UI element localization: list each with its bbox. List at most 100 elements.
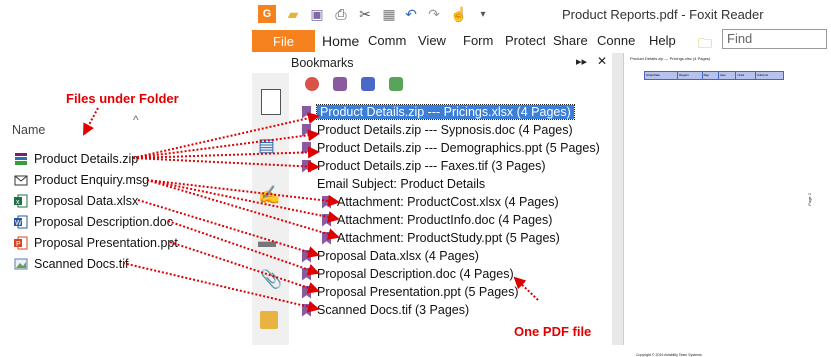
bookmark-list: Product Details.zip --- Pricings.xlsx (4… [289,73,611,345]
bookmark-item[interactable]: Product Details.zip --- Faxes.tif (3 Pag… [302,157,546,175]
comments-icon[interactable]: ▬ [258,231,276,252]
bookmark-item[interactable]: Proposal Presentation.ppt (5 Pages) [302,283,519,301]
table-header-cell: Item [718,71,737,80]
zip-icon [14,152,28,166]
bookmark-flag-icon [302,303,311,317]
sort-chevron-icon: ^ [133,113,139,127]
hand-tool-icon[interactable]: ☝ [450,5,468,23]
bookmark-item[interactable]: Proposal Description.doc (4 Pages) [302,265,514,283]
navigation-panel-strip: ▤ ✍ ▬ 📎 [252,73,289,345]
document-view[interactable]: Product Details.zip --- Pricings.xlsx (4… [612,53,831,357]
svg-text:P: P [16,241,21,248]
expand-panel-icon[interactable]: ▸▸ [576,55,587,68]
menu-comment[interactable]: Comm [368,33,406,48]
table-header-cell: Region [677,71,703,80]
bookmark-flag-icon [302,141,311,155]
foxit-window: G ▰ ▣ ⎙ ✂ ▦ ↶ ↷ ☝ ▾ Product Reports.pdf … [252,0,831,357]
pdf-page: Product Details.zip --- Pricings.xlsx (4… [623,53,831,357]
file-tab[interactable]: File [252,30,315,52]
print-icon[interactable]: ⎙ [332,5,350,23]
find-input[interactable]: Find [722,29,827,49]
move-bookmark-icon[interactable] [361,77,375,91]
bookmark-flag-icon [322,231,331,245]
mail-icon [14,173,28,187]
close-panel-icon[interactable]: ✕ [597,54,607,68]
file-name: Product Details.zip [34,152,139,166]
table-header-cell: Units [735,71,756,80]
bookmark-item[interactable]: Product Details.zip --- Demographics.ppt… [302,139,600,157]
pdf-page-header: Product Details.zip --- Pricings.xlsx (4… [630,56,711,61]
file-name: Proposal Data.xlsx [34,194,139,208]
bookmark-flag-icon [302,249,311,263]
file-item-proposal-presentation[interactable]: P Proposal Presentation.ppt [14,234,178,252]
bookmarks-title: Bookmarks [291,56,354,70]
bookmark-item[interactable]: Attachment: ProductCost.xlsx (4 Pages) [322,193,559,211]
add-bookmark-icon[interactable] [333,77,347,91]
bookmark-flag-icon [322,213,331,227]
image-icon [14,257,28,271]
bookmark-flag-icon [302,285,311,299]
signature-icon[interactable]: ✍ [258,185,280,206]
bookmark-flag-icon [302,123,311,137]
attachment-icon[interactable]: 📎 [260,269,282,290]
file-item-proposal-description[interactable]: W Proposal Description.doc [14,213,173,231]
file-name: Proposal Presentation.ppt [34,236,178,250]
lock-icon[interactable] [260,311,278,329]
save-icon[interactable]: ▣ [308,5,326,23]
layers-icon[interactable]: ▤ [258,135,275,156]
redo-icon[interactable]: ↷ [425,5,443,23]
open-folder-icon[interactable]: ▰ [284,5,302,23]
arrow-line [83,107,99,136]
image-icon[interactable]: ▦ [380,5,398,23]
bookmark-flag-icon [302,267,311,281]
pdf-data-table: OrderDate Region Rep Item Units UnitCost [643,71,785,80]
file-item-proposal-data[interactable]: x Proposal Data.xlsx [14,192,138,210]
powerpoint-icon: P [14,236,28,250]
menu-home[interactable]: Home [322,33,359,49]
word-icon: W [14,215,28,229]
file-name: Proposal Description.doc [34,215,173,229]
expand-bookmark-icon[interactable] [389,77,403,91]
bookmark-item[interactable]: Proposal Data.xlsx (4 Pages) [302,247,479,265]
bookmark-flag-icon [302,159,311,173]
one-pdf-file-annotation: One PDF file [514,324,592,339]
files-under-folder-annotation: Files under Folder [66,91,179,106]
page-thumbnails-icon[interactable] [261,89,281,115]
bookmarks-header: Bookmarks ▸▸ ✕ [289,53,609,73]
delete-bookmark-icon[interactable] [305,77,319,91]
file-name: Scanned Docs.tif [34,257,129,271]
bookmark-item[interactable]: Product Details.zip --- Pricings.xlsx (4… [302,103,575,121]
excel-icon: x [14,194,28,208]
bookmark-item[interactable]: Product Details.zip --- Sypnosis.doc (4 … [302,121,573,139]
pdf-footer: Copyright © 2019 Aviability Team Systems… [636,353,703,357]
foxit-logo-icon[interactable]: G [258,5,276,23]
file-item-scanned-docs[interactable]: Scanned Docs.tif [14,255,129,273]
svg-text:W: W [15,220,22,227]
file-name: Product Enquiry.msg [34,173,150,187]
table-header-cell: OrderDate [643,71,679,80]
bookmark-item[interactable]: Scanned Docs.tif (3 Pages) [302,301,469,319]
menu-connect[interactable]: Conne [597,33,637,48]
cut-icon[interactable]: ✂ [356,5,374,23]
undo-icon[interactable]: ↶ [402,5,420,23]
file-item-product-details[interactable]: Product Details.zip [14,150,138,168]
menu-share[interactable]: Share [553,33,588,48]
bookmark-flag-icon [302,105,311,119]
svg-text:x: x [16,199,20,206]
name-column-header[interactable]: Name [12,123,45,137]
menu-form[interactable]: Form [463,33,493,48]
menu-protect[interactable]: Protect [505,33,545,48]
table-header-cell: UnitCost [754,71,785,80]
pdf-side-text: Page 2 [807,193,812,206]
bookmark-flag-icon [322,195,331,209]
title-bar: G ▰ ▣ ⎙ ✂ ▦ ↶ ↷ ☝ ▾ Product Reports.pdf … [252,0,831,30]
bookmark-item[interactable]: Attachment: ProductInfo.doc (4 Pages) [322,211,552,229]
window-title: Product Reports.pdf - Foxit Reader [562,7,764,22]
table-header-cell: Rep [701,71,720,80]
bookmark-item[interactable]: Attachment: ProductStudy.ppt (5 Pages) [322,229,560,247]
bookmark-item[interactable]: Email Subject: Product Details [317,175,485,193]
menu-help[interactable]: Help [649,33,676,48]
file-item-product-enquiry[interactable]: Product Enquiry.msg [14,171,149,189]
quick-access-dropdown-icon[interactable]: ▾ [474,5,492,23]
menu-view[interactable]: View [418,33,446,48]
